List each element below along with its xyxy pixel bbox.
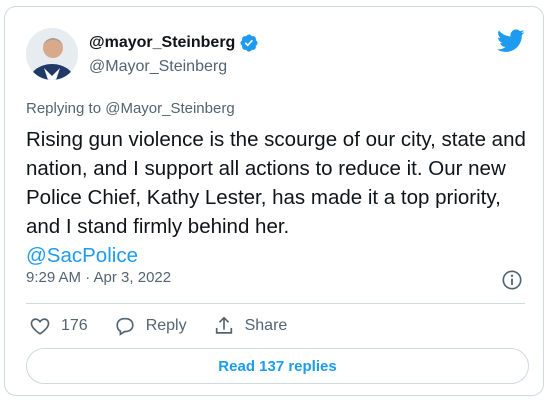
author-name-row: @mayor_Steinberg bbox=[89, 33, 259, 53]
reply-button[interactable]: Reply bbox=[114, 315, 187, 337]
like-button[interactable]: 176 bbox=[29, 315, 88, 337]
heart-icon bbox=[30, 318, 50, 335]
divider bbox=[26, 303, 525, 304]
reply-handle-link[interactable]: @Mayor_Steinberg bbox=[105, 100, 234, 117]
reply-prefix: Replying to bbox=[26, 100, 102, 117]
action-bar: 176 Reply Share bbox=[29, 315, 313, 337]
reply-context: Replying to @Mayor_Steinberg bbox=[26, 100, 235, 117]
tweet-body: Rising gun violence is the scourge of ou… bbox=[26, 125, 531, 270]
share-label: Share bbox=[244, 317, 288, 334]
info-icon[interactable] bbox=[501, 269, 523, 291]
avatar[interactable] bbox=[26, 28, 78, 80]
twitter-bird-icon[interactable] bbox=[497, 29, 525, 53]
read-replies-button[interactable]: Read 137 replies bbox=[26, 348, 529, 384]
mention-link[interactable]: @SacPolice bbox=[26, 244, 138, 267]
tweet-card: @mayor_Steinberg @Mayor_Steinberg Replyi… bbox=[4, 6, 544, 396]
author-display-name[interactable]: @mayor_Steinberg bbox=[89, 34, 235, 52]
share-button[interactable]: Share bbox=[213, 315, 288, 337]
like-count: 176 bbox=[61, 317, 88, 334]
tweet-timestamp[interactable]: 9:29 AM · Apr 3, 2022 bbox=[26, 269, 171, 286]
share-icon bbox=[215, 316, 232, 334]
author-handle[interactable]: @Mayor_Steinberg bbox=[89, 58, 227, 76]
reply-icon bbox=[116, 317, 134, 336]
reply-label: Reply bbox=[145, 317, 187, 334]
verified-badge-icon bbox=[240, 34, 258, 52]
tweet-text: Rising gun violence is the scourge of ou… bbox=[26, 128, 526, 238]
